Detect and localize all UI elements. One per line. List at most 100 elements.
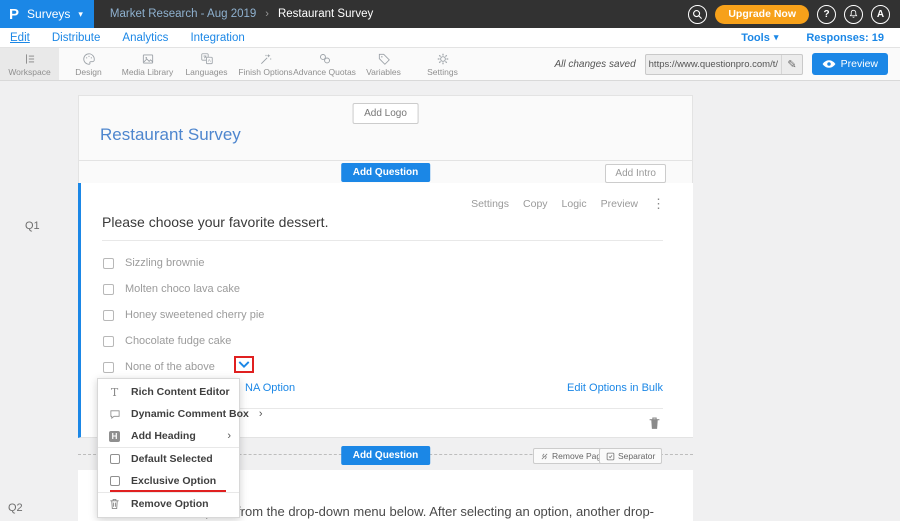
answer-option-row: Sizzling brownie [103, 250, 264, 276]
gear-icon [435, 52, 451, 66]
toolbar-tab-label: Variables [366, 67, 401, 77]
delete-question-button[interactable] [648, 416, 661, 436]
eye-icon [822, 59, 836, 69]
option-checkbox[interactable] [103, 310, 114, 321]
toolbar-tab-finish-options[interactable]: Finish Options [236, 48, 295, 80]
menu-item-remove-option[interactable]: Remove Option [98, 493, 239, 515]
survey-url-input[interactable] [646, 59, 782, 70]
nav-tab-edit[interactable]: Edit [10, 32, 30, 44]
product-menu-label: Surveys [27, 7, 70, 21]
chevron-down-icon [238, 360, 250, 369]
add-intro-button[interactable]: Add Intro [605, 164, 666, 183]
palette-icon [81, 52, 97, 66]
answer-option-row: Honey sweetened cherry pie [103, 302, 264, 328]
add-question-button-bottom[interactable]: Add Question [341, 446, 431, 465]
checkbox-icon [108, 454, 121, 464]
option-checkbox[interactable] [103, 258, 114, 269]
bell-icon [848, 8, 859, 20]
toolbar-tab-variables[interactable]: Variables [354, 48, 413, 80]
surveys-product-menu[interactable]: P Surveys ▾ [0, 0, 94, 28]
nav-tab-analytics[interactable]: Analytics [122, 32, 168, 44]
question-id-q2: Q2 [8, 502, 23, 514]
responses-count[interactable]: Responses: 19 [806, 32, 884, 44]
question-logic-link[interactable]: Logic [562, 198, 587, 210]
add-logo-button[interactable]: Add Logo [352, 103, 419, 124]
toolbar-tab-label: Advance Quotas [293, 67, 356, 77]
toolbar-tab-label: Languages [185, 67, 227, 77]
option-label[interactable]: None of the above [125, 361, 215, 373]
avatar[interactable]: A [871, 5, 890, 24]
option-label[interactable]: Chocolate fudge cake [125, 335, 231, 347]
overflow-menu-icon[interactable]: ⋮ [652, 196, 665, 212]
breadcrumb-folder-link[interactable]: Market Research - Aug 2019 [110, 8, 256, 20]
separator-button[interactable]: Separator [599, 448, 662, 464]
menu-item-rich-content-editor[interactable]: T Rich Content Editor [98, 381, 239, 403]
option-label[interactable]: Molten choco lava cake [125, 283, 240, 295]
question-actions: Settings Copy Logic Preview ⋮ [471, 196, 665, 212]
heading-icon: H [108, 431, 121, 442]
option-checkbox[interactable] [103, 336, 114, 347]
menu-item-default-selected[interactable]: Default Selected [98, 448, 239, 470]
toolbar-tab-languages[interactable]: A Languages [177, 48, 236, 80]
toolbar-tab-label: Finish Options [238, 67, 292, 77]
question-1-text[interactable]: Please choose your favorite dessert. [102, 214, 328, 230]
search-button[interactable] [688, 5, 707, 24]
option-checkbox[interactable] [103, 284, 114, 295]
submenu-arrow-icon: › [259, 408, 263, 420]
toolbar-tab-workspace[interactable]: Workspace [0, 48, 59, 80]
image-icon [140, 52, 156, 66]
submenu-arrow-icon: › [227, 430, 231, 442]
toolbar-tab-label: Workspace [8, 67, 50, 77]
text-editor-icon: T [108, 386, 121, 399]
questionpro-logo-icon: P [9, 6, 19, 23]
trash-icon [108, 498, 121, 510]
answer-option-row: Molten choco lava cake [103, 276, 264, 302]
upgrade-now-button[interactable]: Upgrade Now [715, 5, 809, 24]
toolbar-tab-media-library[interactable]: Media Library [118, 48, 177, 80]
option-settings-dropdown-toggle[interactable] [234, 356, 254, 373]
trash-icon [648, 416, 661, 431]
option-label[interactable]: Honey sweetened cherry pie [125, 309, 264, 321]
menu-item-exclusive-option[interactable]: Exclusive Option [98, 470, 239, 492]
menu-item-label: Remove Option [131, 498, 209, 510]
toolbar-tab-advance-quotas[interactable]: Advance Quotas [295, 48, 354, 80]
question-settings-link[interactable]: Settings [471, 198, 509, 210]
magic-wand-icon [258, 52, 274, 66]
nav-right: Tools ▾ Responses: 19 [741, 32, 900, 44]
linked-rings-icon [317, 52, 333, 66]
answer-option-row: Chocolate fudge cake [103, 328, 264, 354]
separator-label: Separator [618, 451, 655, 461]
search-icon [692, 9, 703, 20]
toolbar-tab-label: Media Library [122, 67, 174, 77]
toolbar-tab-design[interactable]: Design [59, 48, 118, 80]
toolbar-tab-settings[interactable]: Settings [413, 48, 472, 80]
menu-item-label: Dynamic Comment Box [131, 408, 249, 420]
edit-url-pencil-icon[interactable]: ✎ [781, 55, 801, 74]
option-checkbox[interactable] [103, 362, 114, 373]
top-bar: P Surveys ▾ Market Research - Aug 2019 ›… [0, 0, 900, 28]
workspace-icon [22, 52, 38, 66]
preview-button[interactable]: Preview [812, 53, 888, 75]
tag-icon [376, 52, 392, 66]
notifications-button[interactable] [844, 5, 863, 24]
add-question-row: Add Question Add Intro [78, 160, 693, 183]
menu-item-dynamic-comment-box[interactable]: Dynamic Comment Box › [98, 403, 239, 425]
add-question-button-top[interactable]: Add Question [341, 163, 431, 182]
edit-options-in-bulk-link[interactable]: Edit Options in Bulk [567, 382, 663, 394]
toolbar-tab-label: Design [75, 67, 101, 77]
menu-item-add-heading[interactable]: H Add Heading › [98, 425, 239, 447]
preview-label: Preview [841, 58, 878, 70]
chevron-down-icon: ▾ [774, 32, 779, 43]
survey-title[interactable]: Restaurant Survey [100, 125, 241, 145]
help-button[interactable]: ? [817, 5, 836, 24]
divider [102, 240, 663, 241]
option-label[interactable]: Sizzling brownie [125, 257, 204, 269]
editor-toolbar: Workspace Design Media Library A Languag… [0, 48, 900, 81]
nav-tab-integration[interactable]: Integration [190, 32, 244, 44]
add-na-option-link[interactable]: NA Option [245, 382, 295, 394]
tools-dropdown[interactable]: Tools ▾ [741, 32, 778, 44]
breadcrumb-separator-icon: › [265, 8, 269, 20]
nav-tab-distribute[interactable]: Distribute [52, 32, 101, 44]
question-copy-link[interactable]: Copy [523, 198, 548, 210]
question-preview-link[interactable]: Preview [601, 198, 638, 210]
